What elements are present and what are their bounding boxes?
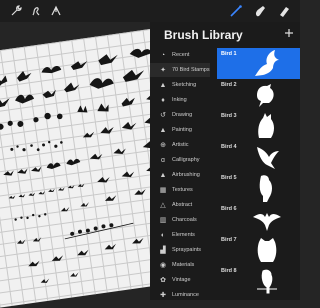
brush-library-panel: Brush Library ◔ Recent ✦ 70 Bird Stamps ▲ S…	[150, 22, 300, 300]
smudge-icon[interactable]	[252, 3, 268, 19]
category-textures[interactable]: ▦ Textures	[150, 183, 210, 197]
brush-list: Bird 1 Bird 2 Bird 3 Bird 4 Bird 5 Bird …	[217, 48, 300, 300]
eraser-icon[interactable]	[276, 3, 292, 19]
materials-icon: ◉	[159, 262, 167, 269]
sketching-icon: ▲	[159, 81, 167, 89]
brush-bird-5[interactable]: Bird 5	[217, 172, 300, 203]
luminance-icon: ✚	[160, 292, 166, 299]
painting-icon: ▲	[159, 126, 167, 134]
brush-bird-8[interactable]: Bird 8	[217, 265, 300, 296]
spraypaints-icon: ▟	[160, 247, 166, 254]
vintage-icon: ✿	[160, 277, 166, 284]
bird-stamps-icon: ✦	[160, 67, 166, 74]
selection-arrow-icon[interactable]	[48, 3, 64, 19]
category-artistic[interactable]: ⊕ Artistic	[150, 138, 210, 152]
brush-bird-6[interactable]: Bird 6	[217, 203, 300, 234]
brush-icon[interactable]	[228, 3, 244, 19]
textures-icon: ▦	[159, 187, 167, 194]
charcoals-icon: ▥	[159, 217, 167, 224]
brush-bird-2[interactable]: Bird 2	[217, 79, 300, 110]
parrot-perched-icon	[257, 269, 277, 294]
parrot-icon	[259, 175, 272, 202]
category-airbrushing[interactable]: ▲ Airbrushing	[150, 168, 210, 182]
category-materials[interactable]: ◉ Materials	[150, 258, 210, 272]
eagle-icon	[253, 213, 281, 231]
brush-bird-4[interactable]: Bird 4	[217, 141, 300, 172]
elements-icon: ◐	[160, 231, 166, 239]
perched-bird-icon	[257, 84, 274, 107]
swallow-icon	[257, 147, 279, 169]
wrench-icon[interactable]	[8, 3, 24, 19]
top-toolbar	[0, 0, 300, 22]
abstract-icon: △	[160, 202, 166, 209]
category-calligraphy[interactable]: ɑ Calligraphy	[150, 153, 210, 167]
category-70-bird-stamps[interactable]: ✦ 70 Bird Stamps	[150, 63, 210, 77]
category-spraypaints[interactable]: ▟ Spraypaints	[150, 243, 210, 257]
category-vintage[interactable]: ✿ Vintage	[150, 273, 210, 287]
category-recent[interactable]: ◔ Recent	[150, 48, 210, 62]
add-brush-icon[interactable]	[284, 28, 294, 38]
owl-silhouette-icon	[258, 113, 274, 138]
category-drawing[interactable]: ↺ Drawing	[150, 108, 210, 122]
drawing-icon: ↺	[160, 112, 166, 119]
brush-bird-1[interactable]: Bird 1	[217, 48, 300, 79]
recent-icon: ◔	[160, 51, 166, 59]
category-charcoals[interactable]: ▥ Charcoals	[150, 213, 210, 227]
magic-wand-icon[interactable]	[28, 3, 44, 19]
owl-icon	[257, 238, 277, 262]
calligraphy-icon: ɑ	[161, 156, 165, 164]
inking-icon: ♦	[161, 96, 165, 104]
airbrushing-icon: ▲	[159, 171, 167, 179]
category-sketching[interactable]: ▲ Sketching	[150, 78, 210, 92]
brush-bird-3[interactable]: Bird 3	[217, 110, 300, 141]
panel-title: Brush Library	[164, 28, 243, 42]
category-inking[interactable]: ♦ Inking	[150, 93, 210, 107]
artistic-icon: ⊕	[160, 142, 166, 149]
category-abstract[interactable]: △ Abstract	[150, 198, 210, 212]
brush-bird-7[interactable]: Bird 7	[217, 234, 300, 265]
category-elements[interactable]: ◐ Elements	[150, 228, 210, 242]
category-painting[interactable]: ▲ Painting	[150, 123, 210, 137]
flying-bird-icon	[255, 50, 279, 76]
